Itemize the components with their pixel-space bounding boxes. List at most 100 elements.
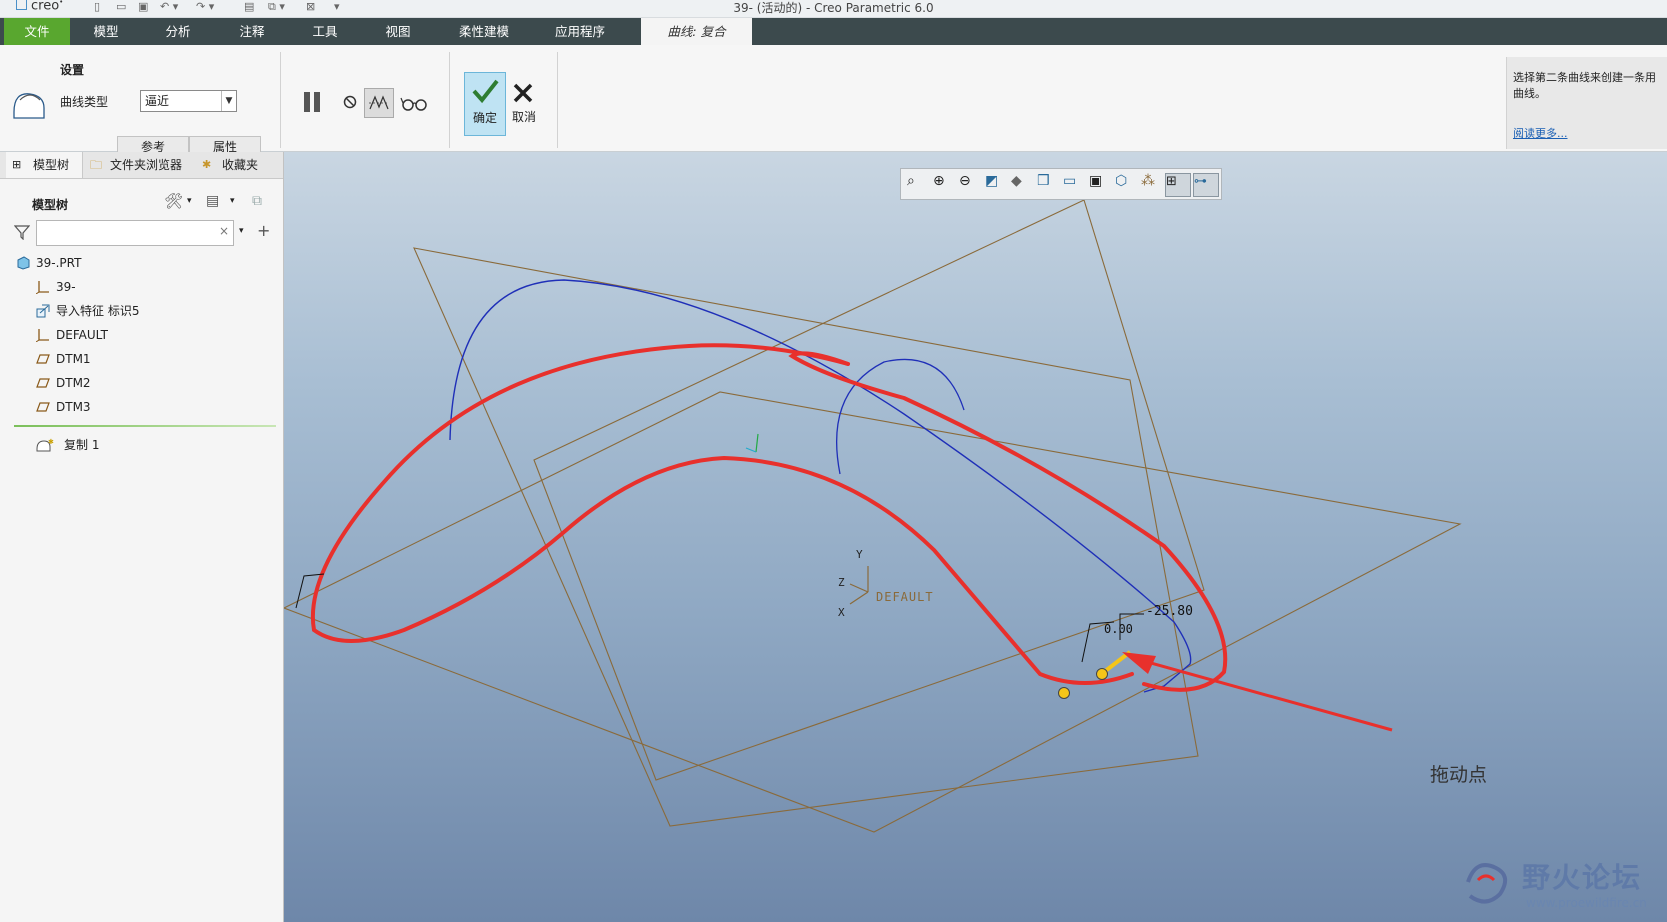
- drag-point-annotation: 拖动点: [1430, 764, 1488, 786]
- tree-columns-icon[interactable]: ▤: [206, 193, 219, 209]
- ribbon-divider: [449, 52, 450, 148]
- tab-flexible-modeling[interactable]: 柔性建模: [448, 18, 520, 45]
- repaint-icon[interactable]: ◩: [985, 173, 1007, 195]
- display-style-icon[interactable]: ◆: [1011, 173, 1033, 195]
- ok-button[interactable]: 确定: [464, 72, 506, 136]
- datum-plane-icon: [36, 378, 50, 388]
- tree-item-csys-39[interactable]: 39-: [0, 276, 270, 298]
- dimension-value-2[interactable]: 0.00: [1104, 622, 1133, 636]
- zoom-in-icon[interactable]: ⊕: [933, 173, 955, 195]
- tab-analysis[interactable]: 分析: [150, 18, 206, 45]
- tab-file[interactable]: 文件: [4, 18, 70, 45]
- tree-item-csys-default[interactable]: DEFAULT: [0, 324, 270, 346]
- part-icon: [17, 256, 30, 270]
- tab-favorites[interactable]: ✱ 收藏夹: [200, 152, 280, 178]
- chevron-down-icon[interactable]: ▾: [239, 226, 244, 236]
- verify-icon: [369, 95, 389, 110]
- tree-item-dtm2[interactable]: DTM2: [0, 372, 270, 394]
- tree-item-label: 39-.PRT: [36, 256, 82, 270]
- tree-item-label: 39-: [56, 280, 76, 294]
- tab-tools[interactable]: 工具: [297, 18, 353, 45]
- forum-watermark: 野火论坛 www.proewildfire.cn: [1456, 850, 1666, 920]
- zoom-out-icon[interactable]: ⊖: [959, 173, 981, 195]
- datum-plane-dtm3[interactable]: [533, 199, 1205, 781]
- dimension-value-1[interactable]: -25.80: [1146, 604, 1193, 619]
- tab-folder-browser[interactable]: 🗀 文件夹浏览器: [88, 152, 198, 178]
- tab-applications[interactable]: 应用程序: [544, 18, 616, 45]
- tree-item-import-feature[interactable]: 导入特征 标识5: [0, 300, 270, 322]
- curve-type-dropdown[interactable]: 逼近 ▼: [140, 90, 237, 112]
- clear-search-icon[interactable]: ×: [219, 224, 229, 238]
- model-tree-header: 模型树: [32, 198, 69, 212]
- tree-item-dtm3[interactable]: DTM3: [0, 396, 270, 418]
- show-hide-icon[interactable]: ⧉: [252, 193, 262, 209]
- tree-item-label: 导入特征 标识5: [56, 304, 140, 318]
- title-bar: creo• ▯ ▭ ▣ ↶ ▾ ↷ ▾ ▤ ⧉ ▾ ⊠ ▾ 39- (活动的) …: [0, 0, 1667, 18]
- filter-icon[interactable]: [14, 224, 30, 240]
- view-manager-icon[interactable]: ▭: [1063, 173, 1085, 195]
- datum-display-icon[interactable]: ⁂: [1141, 173, 1163, 195]
- read-more-link[interactable]: 阅读更多...: [1513, 125, 1568, 141]
- tab-annotate[interactable]: 注释: [224, 18, 280, 45]
- datum-plane-icon: [36, 402, 50, 412]
- csys-icon: [36, 329, 49, 342]
- spin-center-icon[interactable]: ⊞: [1165, 173, 1191, 197]
- tree-item-label: DEFAULT: [56, 328, 108, 342]
- no-preview-icon[interactable]: [342, 94, 358, 110]
- navigator-tabs: ⊞ 模型树 🗀 文件夹浏览器 ✱ 收藏夹: [0, 152, 283, 179]
- import-feature-icon: [36, 304, 50, 318]
- composite-curve-red[interactable]: [310, 343, 1134, 685]
- tab-view[interactable]: 视图: [370, 18, 426, 45]
- checkmark-icon: [472, 79, 499, 104]
- tab-favorites-label: 收藏夹: [222, 158, 259, 172]
- cancel-button[interactable]: 取消: [506, 72, 542, 134]
- tree-icon: ⊞: [12, 158, 22, 171]
- svg-text:✱: ✱: [48, 438, 54, 446]
- perspective-icon[interactable]: ▣: [1089, 173, 1111, 195]
- section-icon[interactable]: ⬡: [1115, 173, 1137, 195]
- help-text-line1: 选择第二条曲线来创建一条用: [1513, 71, 1656, 84]
- chevron-down-icon[interactable]: ▾: [230, 196, 235, 206]
- csys-icon: [36, 281, 49, 294]
- refit-icon[interactable]: ⌕: [907, 173, 929, 195]
- tab-model[interactable]: 模型: [78, 18, 134, 45]
- tab-model-tree[interactable]: ⊞ 模型树: [6, 152, 83, 178]
- model-canvas[interactable]: [284, 152, 1667, 922]
- curve-type-value: 逼近: [145, 94, 170, 108]
- add-icon[interactable]: +: [257, 221, 270, 240]
- ok-label: 确定: [472, 111, 497, 125]
- ribbon-tabs: 文件 模型 分析 注释 工具 视图 柔性建模 应用程序 曲线: 复合: [0, 18, 1667, 45]
- drag-point-1[interactable]: [1096, 668, 1108, 680]
- graphics-viewport[interactable]: Y Z X DEFAULT -25.80 0.00: [284, 152, 1667, 922]
- tree-settings-icon[interactable]: 🛠: [164, 192, 183, 210]
- search-input[interactable]: ×: [36, 220, 234, 246]
- tab-curve-composite[interactable]: 曲线: 复合: [641, 18, 752, 45]
- tree-item-dtm1[interactable]: DTM1: [0, 348, 270, 370]
- csys-default-label: DEFAULT: [876, 590, 934, 604]
- tree-item-copy-1[interactable]: ✱ 复制 1: [0, 434, 270, 456]
- tree-item-part[interactable]: 39-.PRT: [0, 252, 270, 274]
- verify-mode-button[interactable]: [364, 88, 394, 118]
- green-csys-marker: [745, 433, 759, 453]
- tab-folder-browser-label: 文件夹浏览器: [110, 158, 183, 172]
- annotation-display-icon[interactable]: ⊶: [1193, 173, 1219, 197]
- watermark-text: 野火论坛: [1522, 861, 1643, 894]
- window-title: 39- (活动的) - Creo Parametric 6.0: [733, 1, 934, 15]
- composite-curve-icon: [13, 93, 45, 119]
- glasses-icon[interactable]: [400, 92, 430, 114]
- saved-orientations-icon[interactable]: ❒: [1037, 173, 1059, 195]
- watermark-url: www.proewildfire.cn: [1526, 896, 1647, 910]
- reference-curve-blue[interactable]: [449, 279, 1192, 693]
- datum-plane-dtm2[interactable]: [284, 391, 1462, 833]
- pause-icon[interactable]: [300, 90, 326, 116]
- tree-item-label: DTM3: [56, 400, 91, 414]
- tab-model-tree-label: 模型树: [33, 158, 70, 172]
- chevron-down-icon[interactable]: ▾: [187, 196, 192, 206]
- settings-group-label: 设置: [60, 63, 85, 77]
- annotation-arrow: [1122, 652, 1393, 732]
- axis-z-label: Z: [838, 576, 845, 589]
- insert-here-marker: [14, 425, 276, 427]
- datum-plane-dtm1[interactable]: [413, 247, 1199, 827]
- copy-curve-icon: ✱: [36, 438, 54, 452]
- drag-point-2[interactable]: [1058, 687, 1070, 699]
